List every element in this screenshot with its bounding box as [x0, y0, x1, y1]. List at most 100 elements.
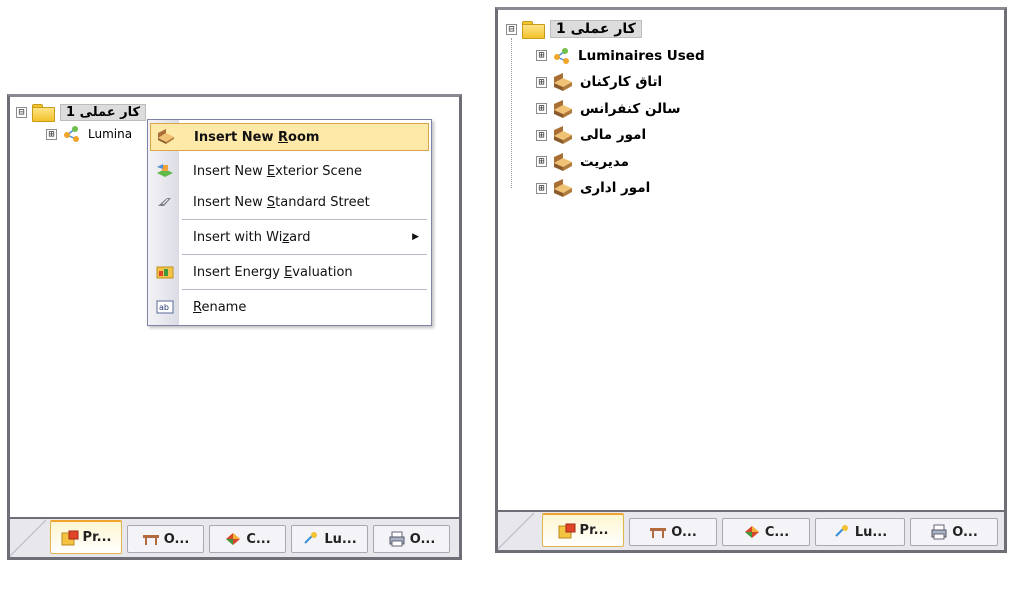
panel-tabbar: Pr... O... C... Lu... O...: [10, 517, 459, 557]
tab-label: O...: [671, 524, 697, 540]
printer-icon: [931, 524, 947, 540]
tab-label: Pr...: [579, 523, 609, 538]
room-icon: [554, 179, 572, 198]
project-tree: ⊟ کار عملی 1 ⊞ Luminaires Used ⊞ اتاق کا…: [506, 16, 705, 202]
tab-colors[interactable]: C...: [722, 518, 810, 546]
menu-separator: [182, 254, 427, 255]
tree-root-label[interactable]: کار عملی 1: [60, 103, 147, 121]
tab-project[interactable]: Pr...: [542, 513, 624, 547]
expand-icon[interactable]: ⊞: [46, 128, 57, 140]
tree-node-room[interactable]: ⊞ امور اداری: [506, 175, 705, 202]
tree-node-label[interactable]: مدیریت: [580, 154, 629, 170]
tab-output[interactable]: O...: [910, 518, 998, 546]
tree-node-room[interactable]: ⊞ امور مالی: [506, 122, 705, 149]
exterior-scene-icon: [157, 164, 173, 177]
tab-label: O...: [409, 531, 436, 547]
street-icon: [158, 198, 171, 206]
expand-icon[interactable]: ⊞: [536, 156, 547, 168]
menu-item-label: Rename: [193, 300, 246, 315]
tab-luminaires[interactable]: Lu...: [291, 525, 368, 553]
label-part: Insert New: [193, 163, 267, 179]
tree-node-label[interactable]: اتاق کارکنان: [580, 74, 662, 90]
luminaires-icon: [554, 47, 569, 64]
tree-node-label[interactable]: سالن کنفرانس: [580, 101, 681, 117]
tree-node-luminaires[interactable]: ⊞ Lumina: [16, 123, 146, 145]
tree-root-node[interactable]: ⊟ کار عملی 1: [506, 16, 705, 43]
luminaires-icon: [64, 126, 79, 142]
printer-icon: [389, 531, 405, 547]
menu-separator: [182, 219, 427, 220]
project-panel-right: ⊟ کار عملی 1 ⊞ Luminaires Used ⊞ اتاق کا…: [495, 7, 1007, 553]
tab-colors[interactable]: C...: [209, 525, 286, 553]
tab-label: C...: [764, 524, 790, 540]
collapse-icon[interactable]: ⊟: [16, 106, 27, 118]
tree-node-room[interactable]: ⊞ مدیریت: [506, 149, 705, 176]
tree-node-luminaires-used[interactable]: ⊞ Luminaires Used: [506, 43, 705, 70]
menu-separator: [182, 289, 427, 290]
menu-item-insert-new-standard-street[interactable]: Insert New Standard Street: [150, 188, 429, 216]
room-icon: [554, 152, 572, 171]
collapse-icon[interactable]: ⊟: [506, 23, 517, 35]
tree-node-label[interactable]: Lumina: [88, 127, 132, 141]
expand-icon[interactable]: ⊞: [536, 76, 547, 88]
tree-root-node[interactable]: ⊟ کار عملی 1: [16, 101, 147, 123]
tab-luminaires[interactable]: Lu...: [815, 518, 905, 546]
room-icon: [554, 126, 572, 145]
room-icon: [554, 99, 572, 118]
menu-item-insert-with-wizard[interactable]: Insert with Wizard ▶: [150, 223, 429, 251]
folder-icon: [32, 104, 55, 122]
menu-item-insert-energy-evaluation[interactable]: Insert Energy Evaluation: [150, 258, 429, 286]
menu-item-label: Insert New Room: [194, 130, 319, 145]
tree-node-room[interactable]: ⊞ سالن کنفرانس: [506, 96, 705, 123]
tabbar-corner: [498, 512, 534, 550]
tab-output[interactable]: O...: [373, 525, 450, 553]
label-part: xterior Scene: [275, 163, 362, 179]
label-part: ename: [201, 299, 247, 315]
menu-item-label: Insert New Exterior Scene: [193, 164, 362, 179]
tab-project[interactable]: Pr...: [50, 520, 122, 554]
mnemonic: S: [266, 194, 276, 210]
folder-icon: [522, 21, 545, 40]
label-part: oom: [288, 129, 320, 145]
menu-item-label: Insert New Standard Street: [193, 195, 370, 210]
menu-item-insert-new-exterior-scene[interactable]: Insert New Exterior Scene: [150, 157, 429, 185]
label-part: valuation: [292, 264, 353, 280]
tab-label: Lu...: [324, 531, 357, 547]
expand-icon[interactable]: ⊞: [536, 182, 547, 194]
room-icon: [158, 129, 174, 144]
label-part: Insert New: [193, 194, 267, 210]
luminaire-tab-icon: [304, 532, 318, 544]
tab-label: O...: [952, 524, 978, 540]
menu-item-label: Insert Energy Evaluation: [193, 265, 353, 280]
label-part: Insert with Wi: [193, 229, 283, 245]
colors-icon: [226, 533, 241, 545]
expand-icon[interactable]: ⊞: [536, 103, 547, 115]
table-icon: [650, 528, 667, 538]
tab-label: C...: [246, 531, 271, 547]
energy-evaluation-icon: [156, 266, 174, 279]
tab-objects[interactable]: O...: [127, 525, 204, 553]
tab-objects[interactable]: O...: [629, 518, 717, 546]
panel-tabbar: Pr... O... C... Lu... O...: [498, 510, 1004, 550]
tree-node-room[interactable]: ⊞ اتاق کارکنان: [506, 69, 705, 96]
expand-icon[interactable]: ⊞: [536, 50, 547, 62]
menu-item-rename[interactable]: ab Rename: [150, 293, 429, 321]
table-icon: [142, 535, 159, 545]
menu-item-label: Insert with Wizard: [193, 230, 310, 245]
expand-icon[interactable]: ⊞: [536, 129, 547, 141]
tree-root-label[interactable]: کار عملی 1: [550, 20, 642, 39]
tabbar-corner: [10, 519, 46, 557]
project-icon: [61, 530, 79, 545]
menu-item-insert-new-room[interactable]: Insert New Room: [150, 123, 429, 151]
tree-node-label[interactable]: امور مالی: [580, 127, 646, 143]
label-part: Insert New: [194, 129, 279, 145]
tree-node-label[interactable]: Luminaires Used: [578, 48, 705, 64]
rename-icon: ab: [156, 300, 174, 314]
mnemonic: R: [278, 129, 289, 145]
mnemonic: E: [266, 163, 276, 179]
context-menu: Insert New Room Insert New Exterior Scen…: [147, 119, 432, 326]
label-part: ard: [289, 229, 311, 245]
tree-node-label[interactable]: امور اداری: [580, 180, 650, 196]
project-icon: [558, 523, 576, 538]
room-icon: [554, 73, 572, 92]
